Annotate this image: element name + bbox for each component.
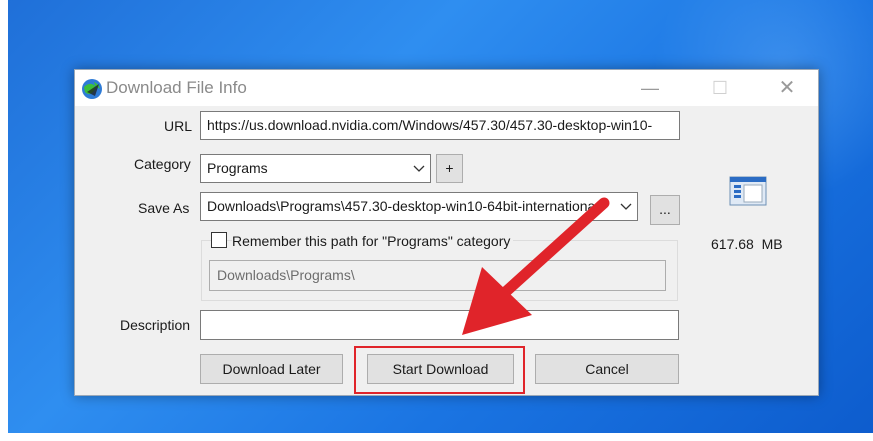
description-label: Description <box>120 317 191 333</box>
cancel-button[interactable]: Cancel <box>535 354 679 384</box>
add-category-button[interactable]: + <box>436 154 463 183</box>
red-pointer-arrow <box>462 197 610 335</box>
chevron-down-icon <box>620 203 632 210</box>
url-field[interactable]: https://us.download.nvidia.com/Windows/4… <box>200 111 680 140</box>
title-bar[interactable]: Download File Info — ☐ ✕ <box>75 70 818 106</box>
screen-border-left <box>0 0 8 441</box>
url-label: URL <box>164 118 193 134</box>
download-later-button[interactable]: Download Later <box>200 354 343 384</box>
minimize-button[interactable]: — <box>621 70 679 106</box>
start-download-highlight-box <box>354 346 525 394</box>
close-button[interactable]: ✕ <box>758 70 816 106</box>
file-size-label: 617.68 MB <box>711 236 783 252</box>
idm-globe-icon <box>82 79 102 99</box>
category-value: Programs <box>207 160 268 176</box>
chevron-down-icon <box>413 165 425 172</box>
window-title: Download File Info <box>106 78 247 97</box>
remember-path-checkbox[interactable] <box>211 232 227 248</box>
category-select[interactable]: Programs <box>200 154 431 183</box>
save-as-label: Save As <box>138 200 190 216</box>
browse-button[interactable]: ... <box>650 195 680 225</box>
maximize-button[interactable]: ☐ <box>691 70 749 106</box>
category-label: Category <box>134 156 191 172</box>
screen-border-bottom <box>0 433 873 441</box>
file-document-icon <box>729 176 767 206</box>
